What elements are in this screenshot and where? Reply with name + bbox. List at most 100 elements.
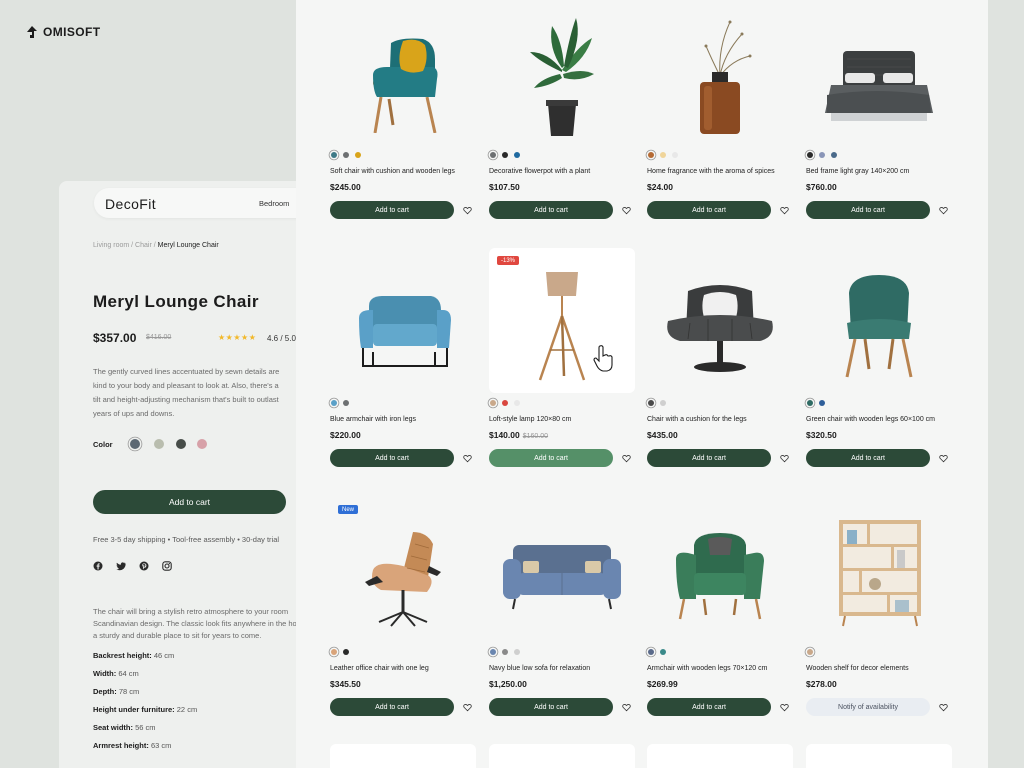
color-dot[interactable] [514,152,520,158]
color-dot[interactable] [490,400,496,406]
product-card[interactable]: Soft chair with cushion and wooden legs … [330,0,478,219]
color-swatch-charcoal[interactable] [176,439,186,449]
color-swatch-pink[interactable] [197,439,207,449]
product-image-swivel-chair[interactable] [647,248,793,393]
add-to-cart-button[interactable]: Add to cart [806,449,930,467]
product-name[interactable]: Leather office chair with one leg [330,665,429,672]
product-name[interactable]: Blue armchair with iron legs [330,416,416,423]
color-dot[interactable] [807,152,813,158]
product-card[interactable]: Wooden shelf for decor elements $278.00 … [806,497,954,716]
product-name[interactable]: Chair with a cushion for the legs [647,416,747,423]
product-image-leather-lounge-chair[interactable]: New [330,497,476,642]
color-dot[interactable] [343,152,349,158]
product-name[interactable]: Navy blue low sofa for relaxation [489,665,590,672]
heart-icon[interactable] [936,700,950,714]
color-dot[interactable] [502,152,508,158]
color-dot[interactable] [502,649,508,655]
heart-icon[interactable] [619,451,633,465]
heart-icon[interactable] [936,203,950,217]
add-to-cart-button[interactable]: Add to cart [647,201,771,219]
product-name[interactable]: Wooden shelf for decor elements [806,665,909,672]
product-card[interactable] [647,744,793,768]
heart-icon[interactable] [460,203,474,217]
add-to-cart-button[interactable]: Add to cart [647,698,771,716]
add-to-cart-button[interactable]: Add to cart [489,698,613,716]
store-logo[interactable]: DecoFit [105,196,156,212]
color-dot[interactable] [648,152,654,158]
color-dot[interactable] [502,400,508,406]
product-name[interactable]: Bed frame light gray 140×200 cm [806,168,909,175]
color-dot[interactable] [807,400,813,406]
heart-icon[interactable] [936,451,950,465]
color-dot[interactable] [331,649,337,655]
product-image-blue-sofa[interactable] [489,497,635,642]
heart-icon[interactable] [619,700,633,714]
notify-availability-button[interactable]: Notify of availability [806,698,930,716]
product-card[interactable] [489,744,635,768]
color-dot[interactable] [819,400,825,406]
color-dot[interactable] [355,152,361,158]
product-name[interactable]: Loft-style lamp 120×80 cm [489,416,571,423]
product-card[interactable]: -13% Loft-style lamp 120×80 cm $140.00 $1… [489,248,637,467]
product-image-green-armchair[interactable] [647,497,793,642]
color-dot[interactable] [819,152,825,158]
product-card[interactable]: Blue armchair with iron legs $220.00 Add… [330,248,478,467]
add-to-cart-button[interactable]: Add to cart [330,449,454,467]
twitter-icon[interactable] [116,558,126,571]
color-dot[interactable] [343,400,349,406]
product-name[interactable]: Green chair with wooden legs 60×100 cm [806,416,935,423]
product-card[interactable]: Navy blue low sofa for relaxation $1,250… [489,497,637,716]
add-to-cart-button[interactable]: Add to cart [489,449,613,467]
heart-icon[interactable] [460,700,474,714]
product-image-blue-armchair[interactable] [330,248,476,393]
color-dot[interactable] [660,152,666,158]
heart-icon[interactable] [777,203,791,217]
product-card[interactable] [806,744,952,768]
heart-icon[interactable] [777,451,791,465]
nav-link-bedroom[interactable]: Bedroom [259,199,289,208]
product-name[interactable]: Armchair with wooden legs 70×120 cm [647,665,767,672]
color-dot[interactable] [490,649,496,655]
color-dot[interactable] [331,400,337,406]
product-image-fragrance-vase[interactable] [647,0,793,145]
add-to-cart-button[interactable]: Add to cart [806,201,930,219]
color-dot[interactable] [831,152,837,158]
color-dot[interactable] [807,649,813,655]
add-to-cart-button[interactable]: Add to cart [330,201,454,219]
product-name[interactable]: Soft chair with cushion and wooden legs [330,168,455,175]
product-card[interactable] [330,744,476,768]
instagram-icon[interactable] [162,558,172,571]
breadcrumb-item-chair[interactable]: Chair [135,242,152,249]
color-dot[interactable] [343,649,349,655]
product-card[interactable]: Home fragrance with the aroma of spices … [647,0,795,219]
color-swatch-slate[interactable] [130,439,140,449]
product-name[interactable]: Decorative flowerpot with a plant [489,168,590,175]
color-dot[interactable] [660,649,666,655]
color-dot[interactable] [672,152,678,158]
heart-icon[interactable] [777,700,791,714]
product-card[interactable]: Green chair with wooden legs 60×100 cm $… [806,248,954,467]
pinterest-icon[interactable] [139,558,149,571]
product-card[interactable]: New Leather office chair with one leg $3… [330,497,478,716]
product-image-teal-armchair[interactable] [330,0,476,145]
color-dot[interactable] [514,400,520,406]
product-image-green-chair[interactable] [806,248,952,393]
product-card[interactable]: Armchair with wooden legs 70×120 cm $269… [647,497,795,716]
add-to-cart-button[interactable]: Add to cart [489,201,613,219]
product-card[interactable]: Chair with a cushion for the legs $435.0… [647,248,795,467]
color-dot[interactable] [331,152,337,158]
heart-icon[interactable] [460,451,474,465]
color-dot[interactable] [648,649,654,655]
breadcrumb-item-living-room[interactable]: Living room [93,242,129,249]
add-to-cart-button[interactable]: Add to cart [330,698,454,716]
color-dot[interactable] [660,400,666,406]
product-image-wooden-shelf[interactable] [806,497,952,642]
product-card[interactable]: Bed frame light gray 140×200 cm $760.00 … [806,0,954,219]
color-dot[interactable] [648,400,654,406]
add-to-cart-button[interactable]: Add to cart [93,490,286,514]
heart-icon[interactable] [619,203,633,217]
product-image-gray-bed[interactable] [806,0,952,145]
product-card[interactable]: Decorative flowerpot with a plant $107.5… [489,0,637,219]
brand[interactable]: OMISOFT [25,25,100,39]
product-image-tripod-lamp[interactable]: -13% [489,248,635,393]
